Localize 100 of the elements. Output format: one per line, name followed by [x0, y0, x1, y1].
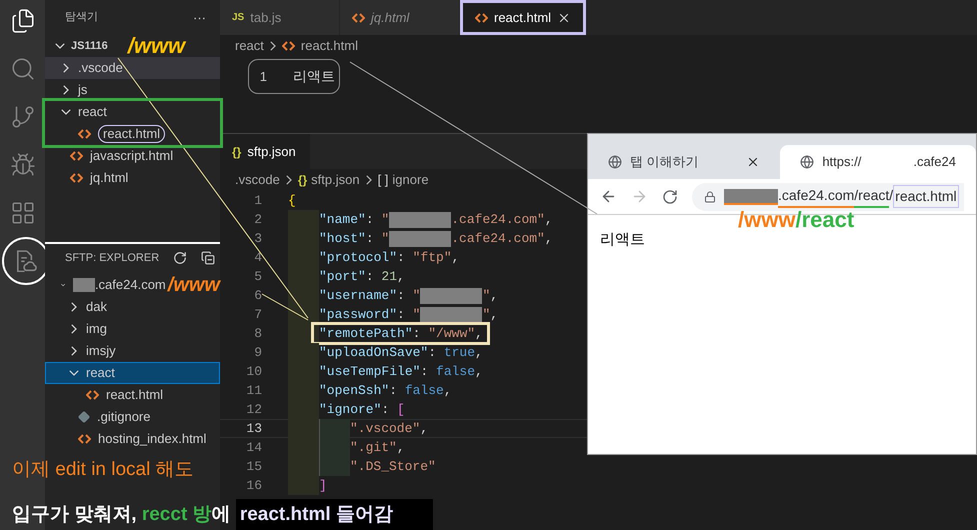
code-text: "password": " ",	[319, 306, 498, 324]
tree-item[interactable]: .gitignore	[45, 406, 220, 428]
url-part: /react	[854, 185, 890, 208]
path-note: /www	[168, 275, 220, 295]
code-text: "protocol": "ftp",	[319, 248, 460, 267]
tree-item[interactable]: hosting_index.html	[45, 428, 220, 450]
tree-item[interactable]: imsjy	[45, 340, 220, 362]
path-note: /react	[795, 209, 854, 231]
url-part: .cafe24.com	[778, 185, 854, 208]
code-text: "username": " ",	[319, 286, 498, 306]
bug-icon[interactable]	[10, 152, 36, 178]
browser-tab[interactable]: https:// .cafe24	[780, 145, 976, 179]
tree-item[interactable]: js	[45, 79, 220, 101]
line-number: 8	[253, 324, 262, 343]
braces-icon: {}	[298, 171, 308, 189]
search-icon[interactable]	[10, 56, 36, 82]
code-icon	[475, 12, 488, 22]
blocks-icon[interactable]	[10, 200, 36, 226]
tree-item[interactable]: react.html	[45, 384, 220, 406]
line-number: 5	[253, 268, 262, 286]
code-text: "ignore": [	[319, 400, 405, 419]
tree-item[interactable]: react.html	[45, 123, 220, 145]
reload-icon[interactable]	[662, 188, 678, 204]
code-text: ".vscode",	[350, 420, 428, 438]
code-text: "useTempFile": false,	[319, 362, 483, 381]
brackets-icon: [ ]	[378, 170, 388, 190]
breadcrumb-item[interactable]: react	[235, 36, 264, 56]
code-icon	[78, 434, 91, 444]
annotation-text: 이제 edit in local 해도	[12, 458, 194, 482]
code-text: ]	[319, 476, 327, 495]
back-icon[interactable]	[600, 188, 617, 205]
collapse-icon[interactable]	[201, 251, 216, 265]
tree-item[interactable]: jq.html	[45, 167, 220, 189]
code-icon	[282, 41, 295, 51]
code-text: "uploadOnSave": true,	[319, 344, 483, 362]
globe-icon	[608, 155, 622, 169]
chevron-right-icon	[270, 41, 276, 51]
code-text: "host": " .cafe24.com",	[319, 230, 553, 248]
line-number: 6	[253, 286, 262, 305]
line-number: 1	[253, 192, 262, 210]
code-icon	[78, 129, 91, 139]
line-number: 16	[245, 476, 262, 495]
editor-tab[interactable]: react.html	[460, 0, 586, 35]
chevron-down-icon	[55, 43, 65, 49]
address-bar[interactable]: .cafe24.com/react/react.html	[692, 182, 964, 210]
annotation-text: 입구가 맞춰져,	[12, 502, 138, 526]
line-number: 10	[245, 362, 262, 381]
url-part: /	[889, 186, 894, 205]
code-text: "openSsh": false,	[319, 382, 452, 400]
line-number: 14	[245, 438, 262, 457]
redaction-block	[73, 278, 95, 292]
highlighted-code: "remotePath": "/www",	[311, 322, 490, 345]
editor-tab[interactable]: jq.html	[340, 0, 460, 35]
line-number: 3	[253, 230, 262, 248]
tree-item[interactable]: img	[45, 318, 220, 340]
chevron-right-icon	[366, 175, 372, 185]
document-cloud-icon[interactable]	[14, 250, 36, 272]
breadcrumb-item[interactable]: react.html	[300, 36, 358, 56]
line-number: 4	[253, 248, 262, 267]
panel-title: SFTP: EXPLORER	[65, 250, 160, 266]
annotation-text: react.html 들어감	[240, 502, 393, 526]
code-text: ".git",	[350, 438, 405, 457]
breadcrumb-item[interactable]: ignore	[392, 170, 429, 190]
host-label[interactable]: .cafe24.com	[94, 275, 166, 295]
branch-icon[interactable]	[10, 104, 36, 130]
code-text: "name": " .cafe24.com",	[319, 210, 553, 230]
lock-icon	[704, 190, 716, 202]
refresh-icon[interactable]	[173, 251, 188, 265]
files-icon[interactable]	[10, 8, 36, 34]
indent-guide	[288, 476, 319, 495]
page-text: 리액트	[600, 230, 646, 250]
breadcrumb-item[interactable]: .vscode	[235, 170, 280, 190]
code-icon	[86, 390, 99, 400]
workspace-root[interactable]: JS1116	[71, 38, 108, 54]
code-icon	[70, 151, 83, 161]
code-text: ".DS_Store"	[350, 458, 436, 476]
code-text: {	[288, 192, 296, 210]
editor-tab[interactable]: JS tab.js	[220, 0, 340, 35]
browser-tab[interactable]: 탭 이해하기	[588, 145, 780, 179]
indent-guide	[319, 457, 350, 476]
chevron-down-icon	[61, 282, 66, 288]
line-number: 2	[253, 210, 262, 229]
code-line: 리액트	[293, 67, 335, 86]
code-icon	[70, 173, 83, 183]
url-part: react.html	[893, 185, 959, 208]
tree-item[interactable]: react	[45, 362, 220, 384]
js-label: JS	[232, 11, 244, 25]
editor-tab[interactable]: {} sftp.json	[220, 134, 310, 169]
line-number: 1	[258, 68, 267, 86]
tree-item[interactable]: dak	[45, 296, 220, 318]
tree-item[interactable]: javascript.html	[45, 145, 220, 167]
path-note: /www	[128, 35, 186, 57]
tree-item[interactable]: .vscode	[45, 57, 220, 79]
tree-item[interactable]: react	[45, 101, 220, 123]
line-number: 15	[245, 458, 262, 476]
circled-label: react.html	[98, 125, 166, 143]
breadcrumb-item[interactable]: sftp.json	[311, 170, 360, 190]
more-button[interactable]: ···	[193, 8, 206, 28]
line-number: 12	[245, 400, 262, 419]
line-number: 13	[245, 420, 262, 438]
